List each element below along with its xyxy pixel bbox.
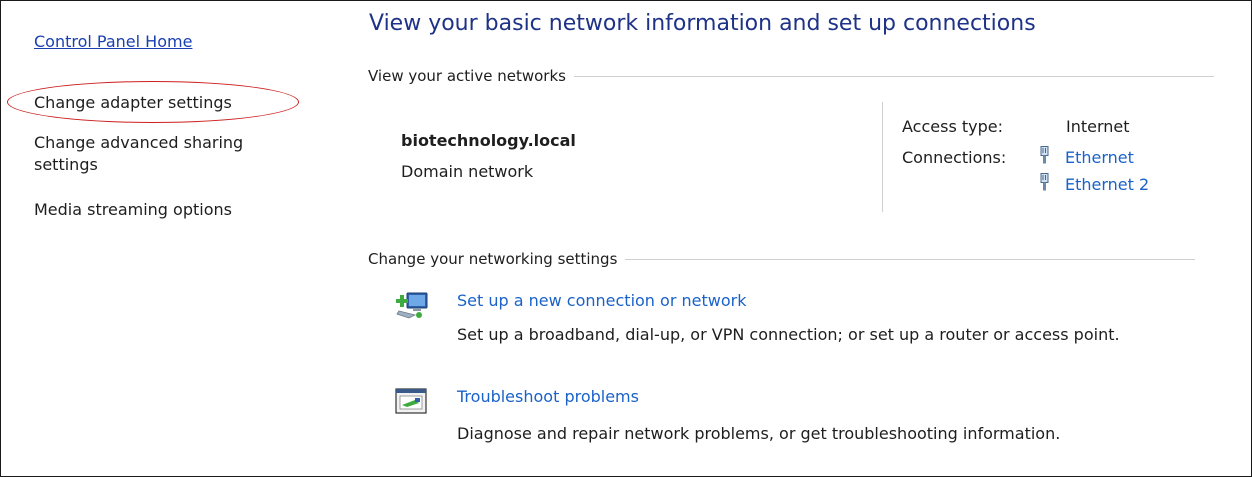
networking-settings-heading-text: Change your networking settings (368, 250, 618, 268)
ethernet-2-connection-link[interactable]: Ethernet 2 (1065, 175, 1149, 194)
change-advanced-sharing-link[interactable]: Change advanced sharing settings (34, 132, 243, 176)
troubleshoot-problems-description: Diagnose and repair network problems, or… (457, 424, 1061, 443)
access-type-value: Internet (1066, 117, 1130, 136)
new-connection-icon (396, 292, 428, 319)
access-type-label: Access type: (902, 117, 1003, 136)
network-name: biotechnology.local (401, 131, 576, 150)
change-advanced-sharing-line2: settings (34, 155, 98, 174)
section-divider (573, 75, 1214, 77)
networking-settings-heading: Change your networking settings (368, 250, 1196, 268)
troubleshoot-problems-link[interactable]: Troubleshoot problems (457, 387, 639, 406)
active-networks-heading-text: View your active networks (368, 67, 566, 85)
change-adapter-settings-link[interactable]: Change adapter settings (34, 92, 232, 114)
section-divider (625, 258, 1196, 260)
setup-new-connection-link[interactable]: Set up a new connection or network (457, 291, 746, 310)
connections-label: Connections: (902, 148, 1007, 167)
troubleshoot-icon (395, 388, 427, 414)
network-sharing-center-window: Control Panel Home Change adapter settin… (0, 0, 1252, 477)
ethernet-plug-icon (1040, 173, 1049, 191)
setup-new-connection-description: Set up a broadband, dial-up, or VPN conn… (457, 325, 1120, 344)
vertical-divider (882, 102, 883, 212)
ethernet-connection-link[interactable]: Ethernet (1065, 148, 1134, 167)
active-networks-heading: View your active networks (368, 67, 1214, 85)
change-advanced-sharing-line1: Change advanced sharing (34, 133, 244, 152)
page-title: View your basic network information and … (369, 11, 1036, 36)
media-streaming-options-link[interactable]: Media streaming options (34, 199, 232, 221)
control-panel-home-link[interactable]: Control Panel Home (34, 32, 192, 51)
network-type: Domain network (401, 162, 534, 181)
ethernet-plug-icon (1040, 146, 1049, 164)
